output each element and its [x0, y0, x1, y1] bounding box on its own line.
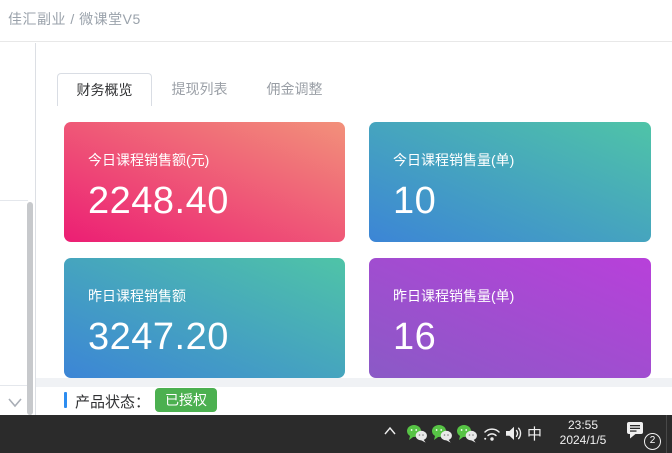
tab-finance-overview[interactable]: 财务概览 — [57, 73, 152, 106]
clock-date: 2024/1/5 — [548, 433, 618, 448]
stat-card-label: 昨日课程销售额 — [88, 286, 186, 306]
wechat-icon[interactable] — [431, 424, 453, 443]
status-badge: 已授权 — [155, 388, 217, 412]
volume-icon[interactable] — [504, 425, 524, 442]
wechat-icon[interactable] — [456, 424, 478, 443]
tab-withdraw-list[interactable]: 提现列表 — [152, 73, 247, 106]
stat-card: 今日课程销售额(元) 2248.40 — [64, 122, 345, 242]
expand-chevron-down-icon[interactable] — [7, 397, 23, 409]
stat-card: 昨日课程销售量(单) 16 — [369, 258, 651, 378]
section-divider — [36, 378, 672, 387]
wechat-icon[interactable] — [406, 424, 428, 443]
stat-card: 昨日课程销售额 3247.20 — [64, 258, 345, 378]
stat-card-label: 昨日课程销售量(单) — [393, 286, 514, 306]
tab-commission-adjust[interactable]: 佣金调整 — [247, 73, 342, 106]
stat-card: 今日课程销售量(单) 10 — [369, 122, 651, 242]
wifi-icon[interactable] — [482, 425, 502, 442]
topbar: 佳汇副业 / 微课堂V5 — [0, 0, 672, 42]
stat-card-label: 今日课程销售量(单) — [393, 150, 514, 170]
screen: 佳汇副业 / 微课堂V5 财务概览 提现列表 佣金调整 今日课程销售额(元) 2… — [0, 0, 672, 453]
status-accent-bar — [64, 392, 67, 408]
taskbar-clock[interactable]: 23:55 2024/1/5 — [548, 418, 618, 448]
notification-count-badge: 2 — [644, 433, 661, 450]
stat-card-value: 16 — [393, 314, 436, 360]
row-divider — [0, 200, 28, 201]
action-center-button[interactable]: 2 — [626, 420, 662, 450]
stat-card-value: 2248.40 — [88, 178, 229, 224]
background-page-edge — [0, 43, 36, 415]
row-divider — [0, 385, 27, 386]
clock-time: 23:55 — [548, 418, 618, 433]
tray-chevron-up-icon[interactable] — [383, 426, 397, 436]
show-desktop-divider[interactable] — [666, 415, 667, 453]
stat-card-label: 今日课程销售额(元) — [88, 150, 209, 170]
ime-indicator[interactable]: 中 — [527, 423, 542, 444]
scrollbar-thumb[interactable] — [27, 202, 33, 415]
stat-card-value: 3247.20 — [88, 314, 229, 360]
notifications-icon — [626, 421, 647, 439]
taskbar: 中 23:55 2024/1/5 2 — [0, 415, 672, 453]
status-label: 产品状态： — [75, 391, 150, 412]
stat-card-value: 10 — [393, 178, 436, 224]
breadcrumb[interactable]: 佳汇副业 / 微课堂V5 — [8, 9, 141, 29]
